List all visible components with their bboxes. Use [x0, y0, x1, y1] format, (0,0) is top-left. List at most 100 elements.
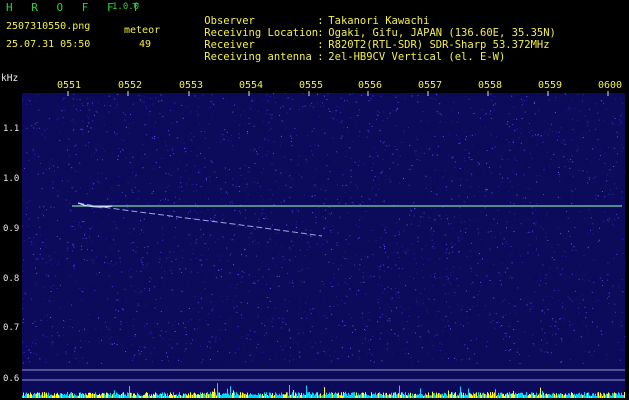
noise-dot — [290, 347, 292, 349]
noise-dot — [618, 133, 620, 135]
noise-dot — [401, 268, 403, 270]
noise-dot — [50, 258, 52, 260]
noise-dot — [525, 297, 527, 299]
noise-dot — [450, 274, 452, 276]
noise-dot — [490, 99, 492, 101]
noise-dot — [616, 161, 617, 163]
noise-dot — [499, 326, 501, 327]
noise-dot — [617, 342, 619, 343]
histogram-bar — [610, 395, 611, 398]
noise-dot — [182, 190, 184, 192]
noise-dot — [272, 114, 273, 116]
noise-dot — [229, 318, 231, 320]
noise-dot — [214, 214, 216, 216]
noise-dot — [385, 232, 387, 234]
noise-dot — [491, 236, 493, 238]
noise-dot — [544, 131, 546, 133]
noise-dot — [215, 277, 217, 279]
noise-dot — [232, 178, 234, 180]
noise-dot — [619, 98, 621, 99]
noise-dot — [615, 98, 617, 100]
noise-dot — [269, 359, 271, 361]
noise-dot — [160, 251, 162, 253]
noise-dot — [30, 244, 32, 246]
noise-dot — [269, 199, 271, 200]
histogram-bar — [430, 395, 431, 398]
noise-dot — [553, 154, 555, 156]
noise-dot — [485, 188, 487, 190]
noise-dot — [82, 291, 84, 293]
noise-dot — [42, 258, 44, 259]
noise-dot — [394, 146, 396, 147]
noise-dot — [589, 108, 590, 110]
noise-dot — [184, 200, 186, 202]
noise-dot — [341, 120, 343, 122]
noise-dot — [546, 275, 548, 277]
noise-dot — [258, 268, 260, 270]
noise-dot — [177, 202, 179, 204]
noise-dot — [337, 232, 339, 234]
noise-dot — [336, 242, 338, 244]
histogram-bar — [296, 393, 297, 398]
histogram-bar — [475, 393, 476, 398]
noise-dot — [547, 239, 549, 241]
noise-dot — [173, 210, 175, 212]
noise-dot — [383, 270, 385, 272]
noise-dot — [528, 244, 530, 246]
noise-dot — [435, 315, 437, 317]
noise-dot — [624, 336, 625, 338]
noise-dot — [244, 178, 246, 180]
noise-dot — [101, 172, 103, 174]
histogram-bar — [356, 392, 357, 398]
noise-dot — [536, 181, 538, 183]
noise-dot — [377, 265, 379, 267]
noise-dot — [79, 162, 81, 164]
noise-dot — [336, 296, 338, 298]
histogram-bar — [125, 394, 126, 398]
noise-dot — [498, 322, 500, 324]
noise-dot — [148, 113, 150, 115]
noise-dot — [470, 268, 472, 270]
noise-dot — [476, 274, 478, 276]
histogram-bar — [226, 393, 227, 398]
noise-dot — [114, 243, 116, 245]
noise-dot — [110, 260, 112, 262]
noise-dot — [454, 357, 456, 359]
noise-dot — [386, 348, 388, 350]
histogram-bar — [440, 394, 441, 398]
noise-dot — [558, 227, 560, 229]
noise-dot — [486, 341, 488, 342]
noise-dot — [311, 212, 313, 214]
noise-dot — [81, 299, 82, 301]
histogram-bar — [129, 386, 130, 398]
noise-dot — [394, 333, 396, 335]
noise-dot — [582, 137, 584, 138]
noise-dot — [67, 191, 69, 193]
noise-dot — [422, 257, 424, 259]
noise-dot — [576, 150, 578, 152]
noise-dot — [592, 148, 594, 150]
noise-dot — [142, 257, 144, 259]
noise-dot — [313, 127, 315, 129]
noise-dot — [52, 341, 54, 343]
noise-dot — [162, 227, 163, 229]
noise-dot — [620, 115, 622, 117]
noise-dot — [401, 141, 403, 143]
noise-dot — [595, 103, 597, 105]
noise-dot — [460, 184, 462, 186]
noise-dot — [337, 284, 339, 286]
noise-dot — [338, 217, 340, 219]
time-tick-0553: 0553 — [179, 80, 204, 91]
noise-dot — [276, 276, 278, 278]
noise-dot — [184, 147, 186, 149]
noise-dot — [337, 268, 339, 270]
noise-dot — [408, 353, 409, 355]
noise-dot — [125, 157, 127, 159]
histogram-bar — [403, 394, 404, 398]
noise-dot — [389, 179, 391, 180]
noise-dot — [371, 229, 373, 231]
noise-dot — [215, 340, 217, 342]
noise-dot — [304, 105, 306, 107]
noise-dot — [261, 236, 263, 238]
histogram-bar — [224, 393, 225, 398]
